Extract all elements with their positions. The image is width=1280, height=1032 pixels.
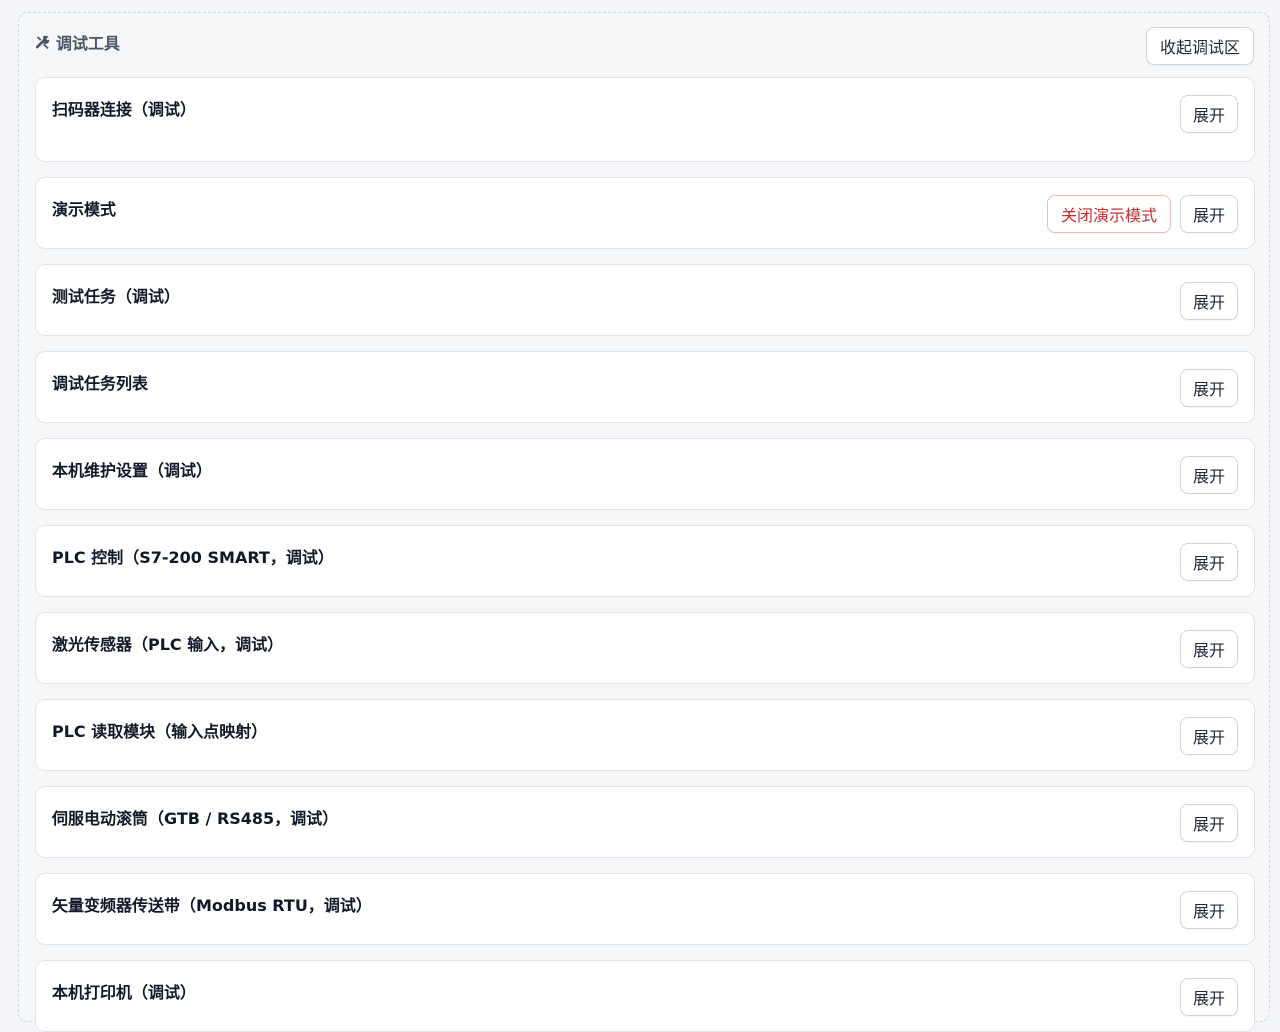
section-debug-task-list: 调试任务列表 展开 (35, 351, 1255, 423)
section-title: 扫码器连接（调试） (52, 100, 197, 119)
section-servo-roller: 伺服电动滚筒（GTB / RS485，调试） 展开 (35, 786, 1255, 858)
section-test-task: 测试任务（调试） 展开 (35, 264, 1255, 336)
expand-button[interactable]: 展开 (1180, 630, 1238, 668)
panel-title-text: 调试工具 (56, 34, 121, 53)
section-title: 本机打印机（调试） (52, 983, 197, 1002)
collapse-debug-area-button[interactable]: 收起调试区 (1146, 27, 1254, 65)
section-title: 矢量变频器传送带（Modbus RTU，调试） (52, 896, 372, 915)
section-title: 本机维护设置（调试） (52, 461, 213, 480)
expand-button[interactable]: 展开 (1180, 282, 1238, 320)
expand-button[interactable]: 展开 (1180, 369, 1238, 407)
section-vfd-conveyor: 矢量变频器传送带（Modbus RTU，调试） 展开 (35, 873, 1255, 945)
close-demo-mode-button[interactable]: 关闭演示模式 (1047, 195, 1171, 233)
section-title: 伺服电动滚筒（GTB / RS485，调试） (52, 809, 339, 828)
section-local-printer: 本机打印机（调试） 展开 (35, 960, 1255, 1032)
expand-button[interactable]: 展开 (1180, 804, 1238, 842)
debug-tools-panel: 调试工具 收起调试区 扫码器连接（调试） 展开 演示模式 关闭演示模式 展开 测… (18, 12, 1270, 1032)
expand-button[interactable]: 展开 (1180, 978, 1238, 1016)
panel-title: 调试工具 (35, 30, 120, 54)
tools-icon (35, 34, 51, 50)
section-title: PLC 控制（S7-200 SMART，调试） (52, 548, 334, 567)
section-title: 调试任务列表 (52, 374, 149, 393)
section-maintenance-settings: 本机维护设置（调试） 展开 (35, 438, 1255, 510)
section-scanner-connection: 扫码器连接（调试） 展开 (35, 77, 1255, 162)
expand-button[interactable]: 展开 (1180, 195, 1238, 233)
section-laser-sensor: 激光传感器（PLC 输入，调试） 展开 (35, 612, 1255, 684)
panel-header: 调试工具 收起调试区 (19, 13, 1269, 77)
section-title: 测试任务（调试） (52, 287, 181, 306)
section-title: 演示模式 (52, 200, 117, 219)
section-title: PLC 读取模块（输入点映射） (52, 722, 268, 741)
section-title: 激光传感器（PLC 输入，调试） (52, 635, 284, 654)
section-plc-control: PLC 控制（S7-200 SMART，调试） 展开 (35, 525, 1255, 597)
expand-button[interactable]: 展开 (1180, 891, 1238, 929)
section-plc-read-module: PLC 读取模块（输入点映射） 展开 (35, 699, 1255, 771)
expand-button[interactable]: 展开 (1180, 717, 1238, 755)
expand-button[interactable]: 展开 (1180, 456, 1238, 494)
section-demo-mode: 演示模式 关闭演示模式 展开 (35, 177, 1255, 249)
expand-button[interactable]: 展开 (1180, 543, 1238, 581)
expand-button[interactable]: 展开 (1180, 95, 1238, 133)
